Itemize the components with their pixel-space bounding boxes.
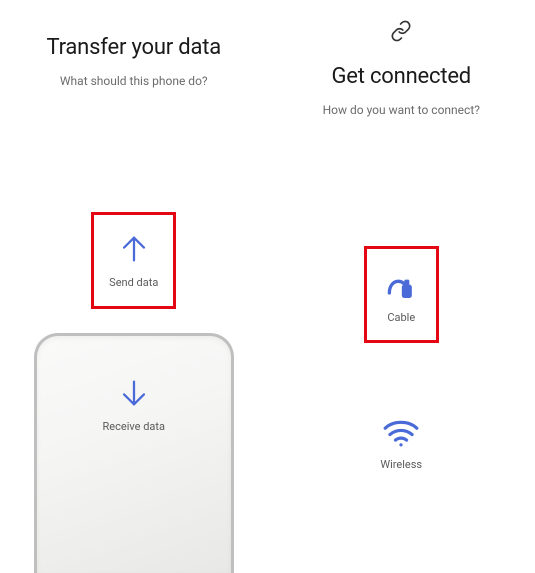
- highlight-frame: [364, 246, 439, 343]
- cable-option[interactable]: Cable: [329, 252, 474, 337]
- panel-title: Get connected: [331, 64, 471, 89]
- option-group: Send data Receive data: [0, 218, 268, 573]
- transfer-data-panel: Transfer your data What should this phon…: [0, 0, 268, 558]
- highlight-frame: [91, 212, 176, 309]
- wireless-option[interactable]: Wireless: [329, 402, 474, 487]
- link-icon: [390, 20, 412, 46]
- option-label: Receive data: [103, 420, 165, 433]
- wifi-icon: [382, 418, 420, 448]
- option-group: Cable Wireless: [268, 252, 535, 532]
- option-label: Wireless: [380, 458, 422, 471]
- send-data-option[interactable]: Send data: [61, 218, 206, 303]
- get-connected-panel: Get connected How do you want to connect…: [268, 0, 535, 558]
- arrow-down-icon: [117, 376, 151, 410]
- panel-subtitle: What should this phone do?: [60, 74, 208, 88]
- panel-subtitle: How do you want to connect?: [323, 103, 480, 117]
- receive-data-option[interactable]: Receive data: [34, 333, 234, 573]
- panel-title: Transfer your data: [46, 35, 221, 60]
